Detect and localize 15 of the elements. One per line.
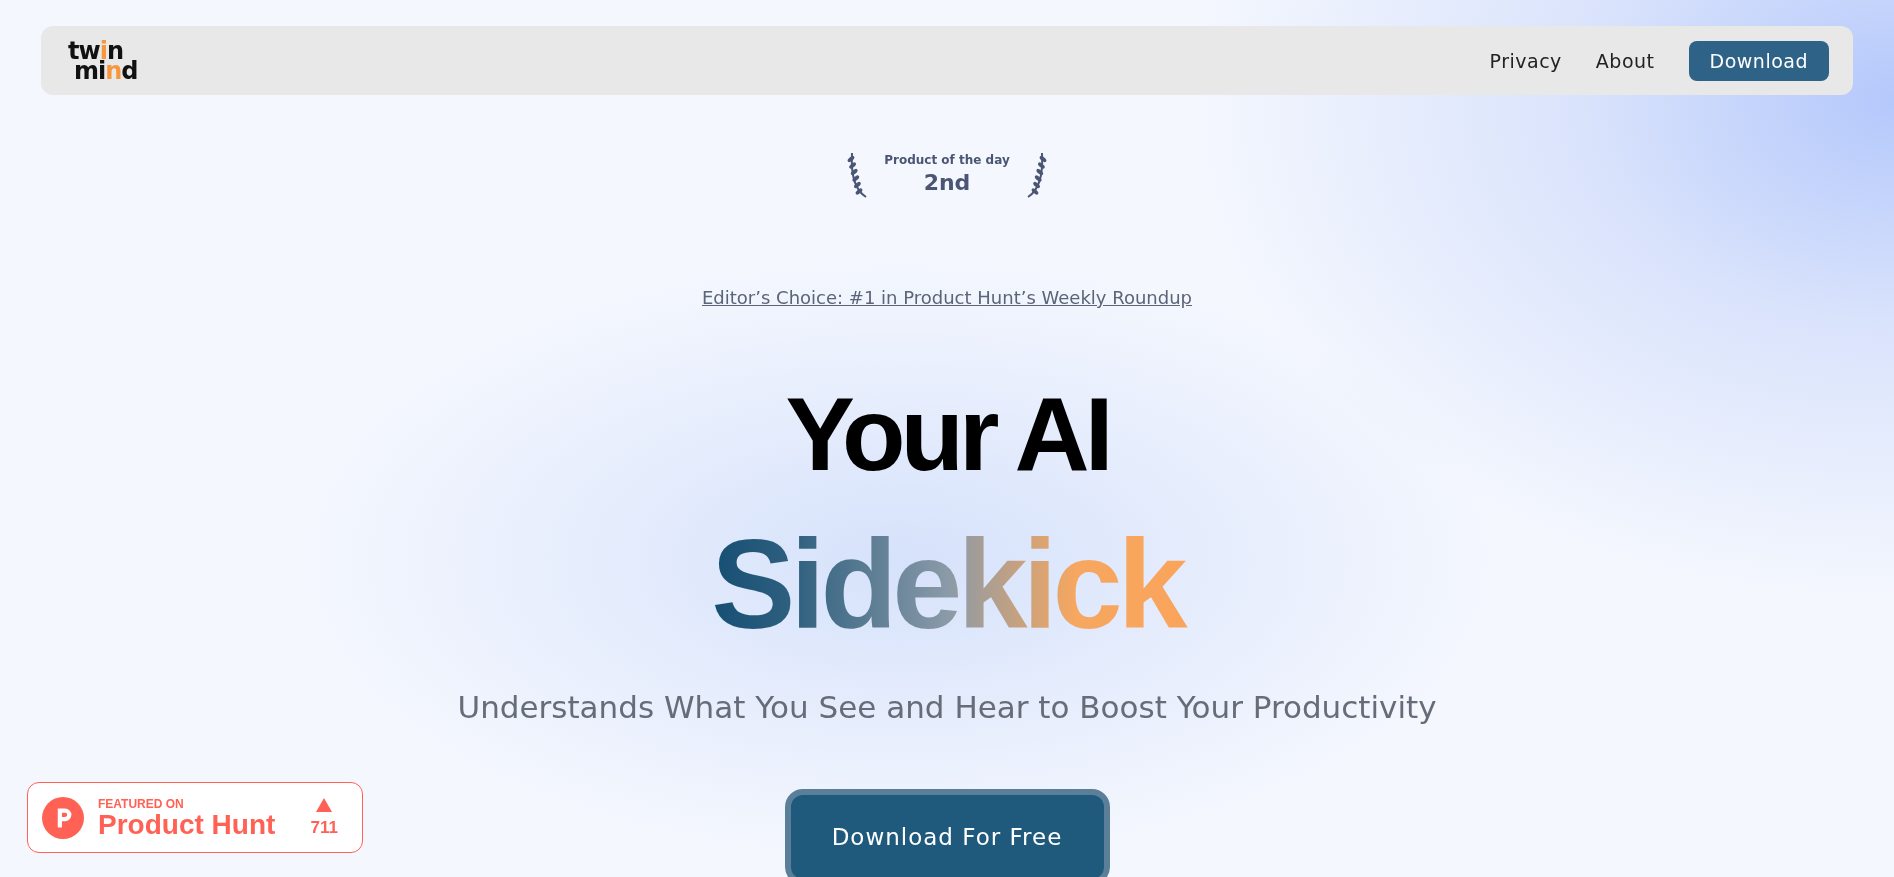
award-title: Product of the day [884, 153, 1010, 167]
vote-count: 711 [310, 817, 338, 838]
badge-name: Product Hunt [98, 810, 277, 839]
download-button[interactable]: Download [1688, 40, 1829, 81]
badge-caption: FEATURED ON [98, 796, 185, 811]
logo[interactable]: twin mind [68, 40, 138, 81]
product-hunt-logo-icon [42, 796, 84, 839]
upvote-icon [316, 797, 333, 812]
nav-link[interactable]: About [1595, 49, 1655, 72]
award-rank: 2nd [923, 170, 971, 195]
headline: Your AI [784, 382, 1110, 486]
subtitle: Understands What You See and Hear to Boost Your Productivity [457, 688, 1437, 725]
download-free-button[interactable]: Download For Free [784, 788, 1110, 877]
nav-link[interactable]: Privacy [1489, 49, 1562, 72]
editor-choice-link[interactable]: Editor’s Choice: #1 in Product Hunt’s Weekly Roundup [702, 287, 1192, 308]
